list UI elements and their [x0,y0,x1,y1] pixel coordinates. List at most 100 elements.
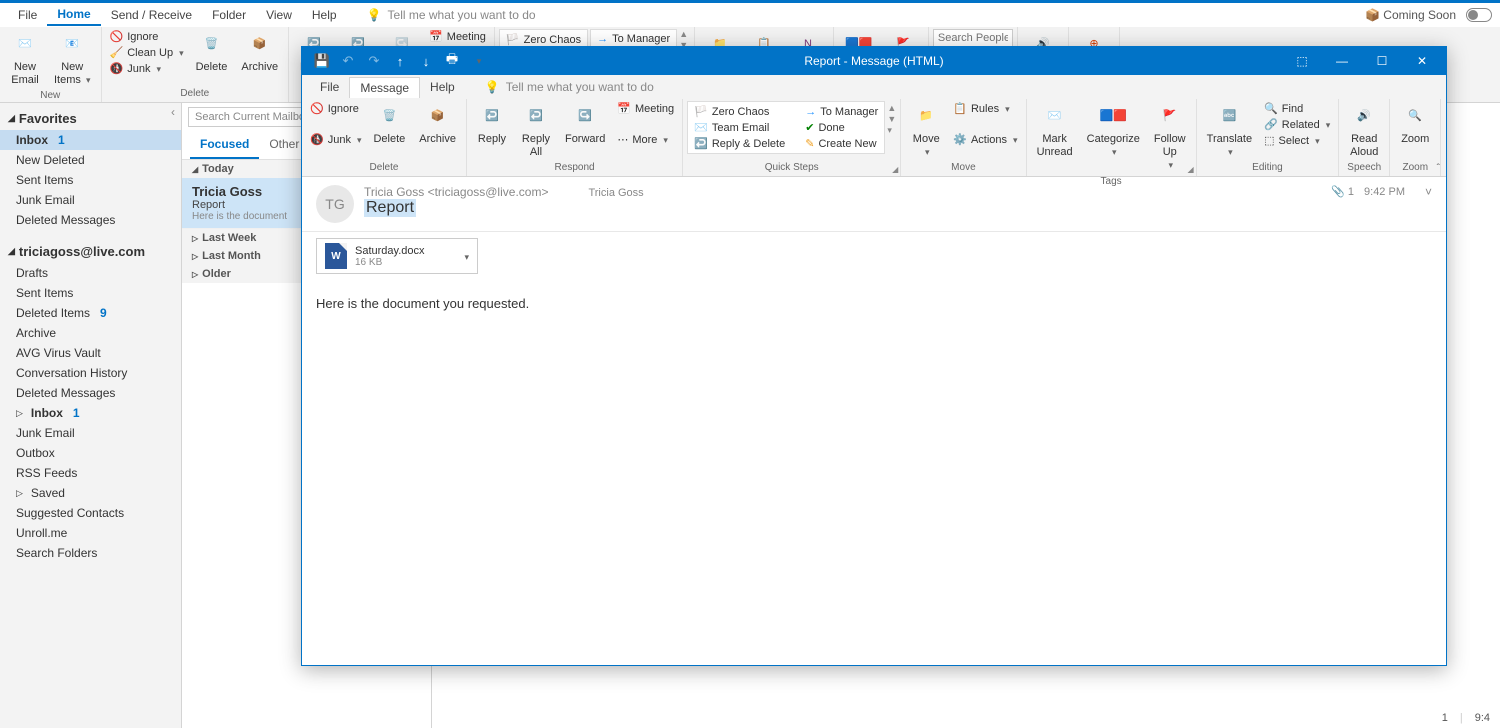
popup-followup-button[interactable]: 🚩Follow Up [1148,101,1192,175]
popup-related-button[interactable]: 🔗Related [1260,117,1334,132]
popup-mark-unread-button[interactable]: ✉️Mark Unread [1031,101,1079,161]
folder-deleted-messages-2[interactable]: Deleted Messages [0,383,181,403]
qat-next-button[interactable]: ↓ [416,51,436,71]
folder-new-deleted[interactable]: New Deleted [0,150,181,170]
folder-deleted-items[interactable]: Deleted Items9 [0,303,181,323]
popup-find-button[interactable]: 🔍Find [1260,101,1334,116]
quickstep-up-arrow[interactable]: ▲ [679,29,688,39]
quicksteps-launcher[interactable]: ◢ [892,165,898,174]
folder-junk-email[interactable]: Junk Email [0,190,181,210]
archive-button[interactable]: 📦 Archive [235,29,284,76]
popup-categorize-button[interactable]: 🟦🟥Categorize [1081,101,1146,161]
folder-outbox[interactable]: Outbox [0,443,181,463]
qs-zero-chaos[interactable]: 🏳️Zero Chaos [690,104,789,119]
tab-focused[interactable]: Focused [190,131,259,159]
folder-unroll[interactable]: Unroll.me [0,523,181,543]
popup-zoom-button[interactable]: 🔍Zoom [1394,101,1436,148]
menu-view[interactable]: View [256,5,302,25]
qs-team-email[interactable]: ✉️Team Email [690,120,789,135]
folder-conversation-history[interactable]: Conversation History [0,363,181,383]
popup-titlebar[interactable]: 💾 ↶ ↷ ↑ ↓ 🖶 Report - Message (HTML) ⬚ — … [302,47,1446,75]
qat-redo-button[interactable]: ↷ [364,51,384,71]
qs-reply-delete[interactable]: ↩️Reply & Delete [690,136,789,151]
tags-launcher[interactable]: ◢ [1187,165,1193,174]
qs-create-new[interactable]: ✎Create New [801,136,882,151]
message-recipient: Tricia Goss [588,187,643,199]
popup-delete-button[interactable]: 🗑️Delete [367,101,411,148]
search-people-input[interactable] [933,29,1013,47]
meeting-button[interactable]: 📅Meeting [425,29,490,44]
attachment-item[interactable]: W Saturday.docx 16 KB [316,238,478,274]
popup-read-aloud-button[interactable]: 🔊Read Aloud [1343,101,1385,161]
folder-rss[interactable]: RSS Feeds [0,463,181,483]
account-header[interactable]: ◢triciagoss@live.com [0,240,181,263]
minimize-button[interactable]: — [1322,47,1362,75]
toggle-switch[interactable] [1466,8,1492,22]
popup-archive-button[interactable]: 📦Archive [413,101,462,148]
folder-saved[interactable]: ▷Saved [0,483,181,503]
collapse-pane-button[interactable]: ‹ [171,105,175,119]
popup-select-button[interactable]: ⬚Select [1260,133,1334,148]
folder-archive[interactable]: Archive [0,323,181,343]
popup-ignore-button[interactable]: 🚫Ignore [306,101,365,116]
popup-tab-message[interactable]: Message [349,77,420,98]
popup-more-button[interactable]: ⋯More [613,132,678,147]
zoom-icon: 🔍 [1400,103,1430,131]
ignore-button[interactable]: 🚫Ignore [106,29,188,44]
popup-move-button[interactable]: 📁Move [905,101,947,161]
popup-tab-help[interactable]: Help [420,77,465,97]
folder-inbox[interactable]: Inbox1 [0,130,181,150]
close-button[interactable]: ✕ [1402,47,1442,75]
popup-translate-button[interactable]: 🔤Translate [1201,101,1258,161]
popup-ribbon: 🚫Ignore 🚯Junk 🗑️Delete 📦Archive Delete ↩… [302,99,1446,177]
popup-meeting-button[interactable]: 📅Meeting [613,101,678,116]
menu-file[interactable]: File [8,5,47,25]
folder-sent-items[interactable]: Sent Items [0,170,181,190]
quickstep-to-manager[interactable]: →To Manager [593,32,674,46]
menu-send-receive[interactable]: Send / Receive [101,5,202,25]
popup-rules-button[interactable]: 📋Rules [949,101,1021,116]
qat-customize-button[interactable] [468,51,488,71]
maximize-button[interactable]: ☐ [1362,47,1402,75]
new-email-button[interactable]: ✉️ New Email [4,29,46,89]
qs-expand[interactable]: ▾ [887,125,896,136]
ribbon-display-button[interactable]: ⬚ [1282,47,1322,75]
folder-avg[interactable]: AVG Virus Vault [0,343,181,363]
collapse-ribbon-button[interactable]: ˆ [1437,163,1440,174]
tell-me-search[interactable]: 💡 Tell me what you want to do [367,8,536,22]
qat-undo-button[interactable]: ↶ [338,51,358,71]
delete-button[interactable]: 🗑️ Delete [190,29,234,76]
menu-folder[interactable]: Folder [202,5,256,25]
popup-forward-button[interactable]: ↪️Forward [559,101,611,148]
qs-scroll-down[interactable]: ▼ [887,114,896,124]
folder-deleted-messages[interactable]: Deleted Messages [0,210,181,230]
clean-up-button[interactable]: 🧹Clean Up [106,45,188,60]
quickstep-zero-chaos[interactable]: 🏳️Zero Chaos [502,32,585,47]
menu-home[interactable]: Home [47,4,100,26]
popup-reply-button[interactable]: ↩️Reply [471,101,513,148]
popup-junk-button[interactable]: 🚯Junk [306,132,365,147]
folder-suggested[interactable]: Suggested Contacts [0,503,181,523]
favorites-header[interactable]: ◢Favorites [0,107,181,130]
folder-drafts[interactable]: Drafts [0,263,181,283]
popup-tab-file[interactable]: File [310,77,349,97]
folder-sent-items-2[interactable]: Sent Items [0,283,181,303]
folder-inbox-2[interactable]: ▷Inbox1 [0,403,181,423]
qs-scroll-up[interactable]: ▲ [887,103,896,113]
popup-tell-me[interactable]: 💡 Tell me what you want to do [485,80,654,94]
junk-button[interactable]: 🚯Junk [106,61,188,76]
popup-zoom-label: Zoom [1394,161,1436,174]
menu-help[interactable]: Help [302,5,347,25]
qat-prev-button[interactable]: ↑ [390,51,410,71]
qs-to-manager[interactable]: →To Manager [801,104,882,119]
popup-actions-button[interactable]: ⚙️Actions [949,132,1021,147]
new-items-button[interactable]: 📧 New Items [48,29,97,89]
attachment-dropdown[interactable] [463,249,470,263]
qat-save-button[interactable]: 💾 [312,51,332,71]
qs-done[interactable]: ✔Done [801,120,882,135]
folder-junk-email-2[interactable]: Junk Email [0,423,181,443]
folder-search-folders[interactable]: Search Folders [0,543,181,563]
popup-reply-all-button[interactable]: ↩️Reply All [515,101,557,161]
qat-print-button[interactable]: 🖶 [442,51,462,71]
expand-header-button[interactable]: ˅ [1425,185,1432,199]
